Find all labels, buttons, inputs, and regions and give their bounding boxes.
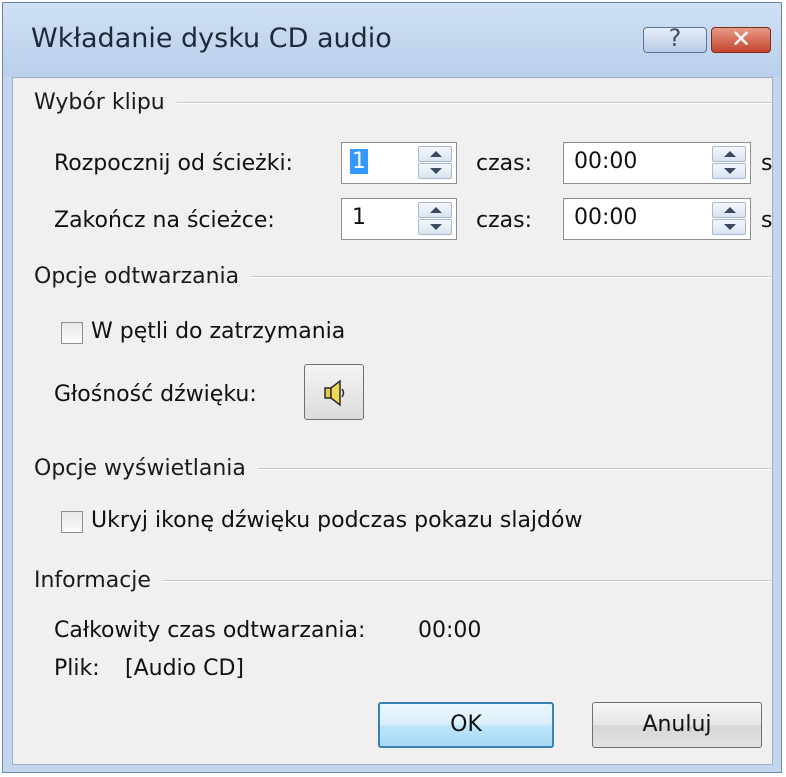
spin-down-button[interactable] <box>418 219 452 235</box>
divider <box>251 275 772 278</box>
section-heading-information: Informacje <box>34 568 151 593</box>
start-time-label: czas: <box>476 151 532 176</box>
start-track-arrows <box>418 146 452 180</box>
end-time-arrows <box>712 202 746 236</box>
arrow-up-icon <box>430 151 442 157</box>
total-time-value: 00:00 <box>418 618 482 643</box>
file-value: [Audio CD] <box>125 656 244 681</box>
arrow-down-icon <box>724 224 736 230</box>
speaker-icon <box>324 379 345 407</box>
section-display-options: Opcje wyświetlania <box>34 456 772 481</box>
end-track-value[interactable]: 1 <box>352 205 366 230</box>
window-title: Wkładanie dysku CD audio <box>31 23 392 54</box>
ok-button[interactable]: OK <box>378 702 554 748</box>
spin-down-button[interactable] <box>712 219 746 235</box>
arrow-up-icon <box>724 151 736 157</box>
help-icon: ? <box>668 24 682 52</box>
spin-up-button[interactable] <box>712 202 746 218</box>
divider <box>176 101 772 104</box>
section-heading-playback: Opcje odtwarzania <box>34 264 240 289</box>
help-button[interactable]: ? <box>643 24 707 53</box>
spin-down-button[interactable] <box>418 163 452 179</box>
arrow-down-icon <box>430 168 442 174</box>
arrow-down-icon <box>430 224 442 230</box>
end-time-label: czas: <box>476 208 532 233</box>
loop-checkbox[interactable] <box>61 322 83 344</box>
section-clip-selection: Wybór klipu <box>34 90 772 115</box>
end-track-arrows <box>418 202 452 236</box>
dialog-window: Wkładanie dysku CD audio ? ✕ Wybór klipu… <box>2 2 782 773</box>
start-track-value[interactable]: 1 <box>350 149 368 174</box>
arrow-up-icon <box>724 207 736 213</box>
arrow-down-icon <box>724 168 736 174</box>
spin-down-button[interactable] <box>712 163 746 179</box>
start-time-spinner[interactable]: 00:00 <box>563 142 751 184</box>
end-track-spinner[interactable]: 1 <box>341 198 457 240</box>
loop-label[interactable]: W pętli do zatrzymania <box>91 319 345 344</box>
start-unit-label: s <box>761 151 773 176</box>
spin-up-button[interactable] <box>418 146 452 162</box>
title-bar[interactable]: Wkładanie dysku CD audio ? ✕ <box>3 3 781 77</box>
start-time-arrows <box>712 146 746 180</box>
section-playback-options: Opcje odtwarzania <box>34 264 772 289</box>
spin-up-button[interactable] <box>712 146 746 162</box>
section-heading-clip: Wybór klipu <box>34 90 165 115</box>
volume-button[interactable] <box>304 364 364 420</box>
close-button[interactable]: ✕ <box>711 25 771 53</box>
end-time-spinner[interactable]: 00:00 <box>563 198 751 240</box>
arrow-up-icon <box>430 207 442 213</box>
end-track-label: Zakończ na ścieżce: <box>54 208 275 233</box>
hide-icon-checkbox[interactable] <box>61 511 83 533</box>
divider <box>162 579 772 582</box>
start-track-spinner[interactable]: 1 <box>341 142 457 184</box>
end-unit-label: s <box>761 208 773 233</box>
section-information: Informacje <box>34 568 772 593</box>
divider <box>257 467 772 470</box>
dialog-content: Wybór klipu Rozpocznij od ścieżki: 1 cza… <box>12 77 773 765</box>
hide-icon-label[interactable]: Ukryj ikonę dźwięku podczas pokazu slajd… <box>91 508 582 533</box>
file-label: Plik: <box>54 656 100 681</box>
cancel-button[interactable]: Anuluj <box>592 702 762 748</box>
close-icon: ✕ <box>730 25 752 53</box>
volume-label: Głośność dźwięku: <box>54 382 257 407</box>
start-time-value[interactable]: 00:00 <box>574 149 637 174</box>
total-time-label: Całkowity czas odtwarzania: <box>54 618 366 643</box>
section-heading-display: Opcje wyświetlania <box>34 456 246 481</box>
spin-up-button[interactable] <box>418 202 452 218</box>
start-track-label: Rozpocznij od ścieżki: <box>54 151 293 176</box>
end-time-value[interactable]: 00:00 <box>574 205 637 230</box>
